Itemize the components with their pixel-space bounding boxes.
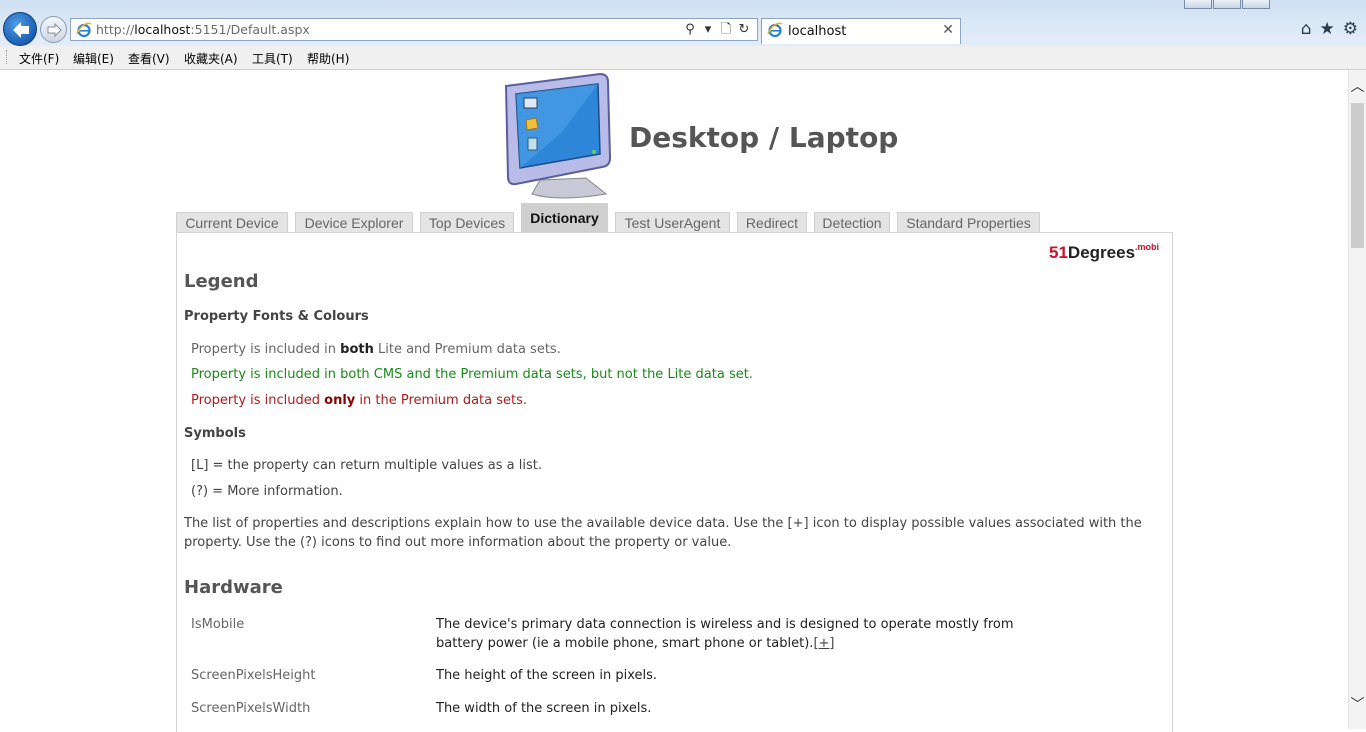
tab-detection[interactable]: Detection (814, 212, 890, 233)
legend-only-bold: only (324, 393, 356, 408)
close-window-button[interactable] (1242, 0, 1270, 9)
expand-values-link[interactable]: [+] (813, 636, 834, 651)
logo-number: 51 (1049, 243, 1068, 262)
menu-grip (6, 50, 9, 64)
51degrees-logo[interactable]: 51Degrees.mobi (1049, 242, 1159, 263)
tab-current-device[interactable]: Current Device (176, 212, 288, 233)
back-button[interactable] (3, 12, 37, 46)
dictionary-panel: 51Degrees.mobi Legend Property Fonts & C… (176, 232, 1173, 732)
desktop-monitor-icon (504, 72, 612, 199)
legend-both-bold: both (340, 342, 374, 357)
maximize-button[interactable] (1213, 0, 1241, 9)
legend-both-line: Property is included in both Lite and Pr… (191, 342, 561, 357)
logo-suffix: .mobi (1135, 242, 1160, 252)
minimize-button[interactable] (1184, 0, 1212, 9)
legend-heading: Legend (184, 271, 259, 292)
url-scheme: http:// (96, 22, 135, 37)
menu-file[interactable]: 文件(F) (19, 50, 59, 67)
legend-only-pre: Property is included (191, 393, 325, 408)
gear-icon[interactable]: ⚙ (1343, 19, 1358, 39)
scroll-down-icon[interactable]: ﹀ (1349, 696, 1366, 714)
menu-help[interactable]: 帮助(H) (307, 50, 349, 67)
legend-only-post: in the Premium data sets. (355, 393, 528, 408)
page-title: Desktop / Laptop (629, 121, 899, 154)
legend-both-post: Lite and Premium data sets. (373, 342, 561, 357)
logo-word: Degrees (1067, 243, 1136, 262)
home-icon[interactable]: ⌂ (1301, 19, 1312, 39)
tab-title: localhost (788, 24, 847, 39)
property-name-screenpixelsheight[interactable]: ScreenPixelsHeight (191, 668, 316, 683)
refresh-icon[interactable]: ↻ (737, 22, 751, 38)
property-desc-ismobile: The device's primary data connection is … (436, 615, 1036, 653)
menu-tools[interactable]: 工具(T) (252, 50, 293, 67)
tab-test-useragent[interactable]: Test UserAgent (615, 212, 730, 233)
legend-premium-line: Property is included only in the Premium… (191, 393, 527, 408)
ie-icon (767, 22, 783, 38)
search-icon[interactable]: ⚲ (683, 22, 697, 38)
scroll-up-icon[interactable]: ︿ (1349, 78, 1366, 96)
window-controls (1183, 0, 1270, 9)
tab-top-devices[interactable]: Top Devices (420, 212, 514, 233)
property-desc-screenpixelswidth: The width of the screen in pixels. (436, 701, 652, 716)
tab-device-explorer[interactable]: Device Explorer (295, 212, 413, 233)
symbols-heading: Symbols (184, 426, 246, 441)
browser-right-tools: ⌂ ★ ⚙ (1301, 19, 1358, 39)
ie-icon (76, 22, 92, 38)
symbol-list-line: [L] = the property can return multiple v… (191, 458, 542, 473)
dropdown-icon[interactable]: ▾ (701, 22, 715, 38)
tab-dictionary[interactable]: Dictionary (521, 203, 608, 233)
vertical-scrollbar[interactable]: ︿ ﹀ (1348, 70, 1366, 729)
browser-toolbar: http://localhost:5151/Default.aspx ⚲ ▾ 🗋… (0, 0, 1366, 46)
favorites-star-icon[interactable]: ★ (1320, 19, 1335, 39)
address-tools: ⚲ ▾ 🗋 ↻ (683, 22, 751, 38)
legend-both-pre: Property is included in (191, 342, 341, 357)
menu-bar: 文件(F) 编辑(E) 查看(V) 收藏夹(A) 工具(T) 帮助(H) (0, 46, 1366, 70)
scrollbar-thumb[interactable] (1351, 103, 1364, 248)
browser-tab[interactable]: localhost ✕ (761, 18, 961, 44)
url-path: :5151/Default.aspx (190, 22, 310, 37)
menu-view[interactable]: 查看(V) (128, 50, 170, 67)
url-host: localhost (134, 22, 191, 37)
address-bar[interactable]: http://localhost:5151/Default.aspx ⚲ ▾ 🗋… (70, 18, 758, 41)
forward-button[interactable] (40, 16, 67, 43)
tab-redirect[interactable]: Redirect (737, 212, 807, 233)
property-name-screenpixelswidth[interactable]: ScreenPixelsWidth (191, 701, 310, 716)
fonts-colours-heading: Property Fonts & Colours (184, 309, 369, 324)
symbol-info-line: (?) = More information. (191, 484, 343, 499)
arrow-right-icon (47, 22, 62, 38)
legend-description: The list of properties and descriptions … (184, 516, 1142, 550)
property-desc-screenpixelsheight: The height of the screen in pixels. (436, 668, 658, 683)
menu-edit[interactable]: 编辑(E) (73, 50, 114, 67)
legend-cms-line: Property is included in both CMS and the… (191, 367, 753, 382)
arrow-left-icon (13, 22, 29, 38)
hardware-heading: Hardware (184, 577, 283, 598)
close-tab-icon[interactable]: ✕ (942, 22, 954, 38)
tab-standard-properties[interactable]: Standard Properties (897, 212, 1040, 233)
url-text[interactable]: http://localhost:5151/Default.aspx (96, 22, 310, 37)
property-name-ismobile[interactable]: IsMobile (191, 617, 244, 632)
property-desc-text: The device's primary data connection is … (436, 617, 1014, 651)
compatibility-view-icon[interactable]: 🗋 (719, 22, 733, 38)
menu-favorites[interactable]: 收藏夹(A) (184, 50, 238, 67)
